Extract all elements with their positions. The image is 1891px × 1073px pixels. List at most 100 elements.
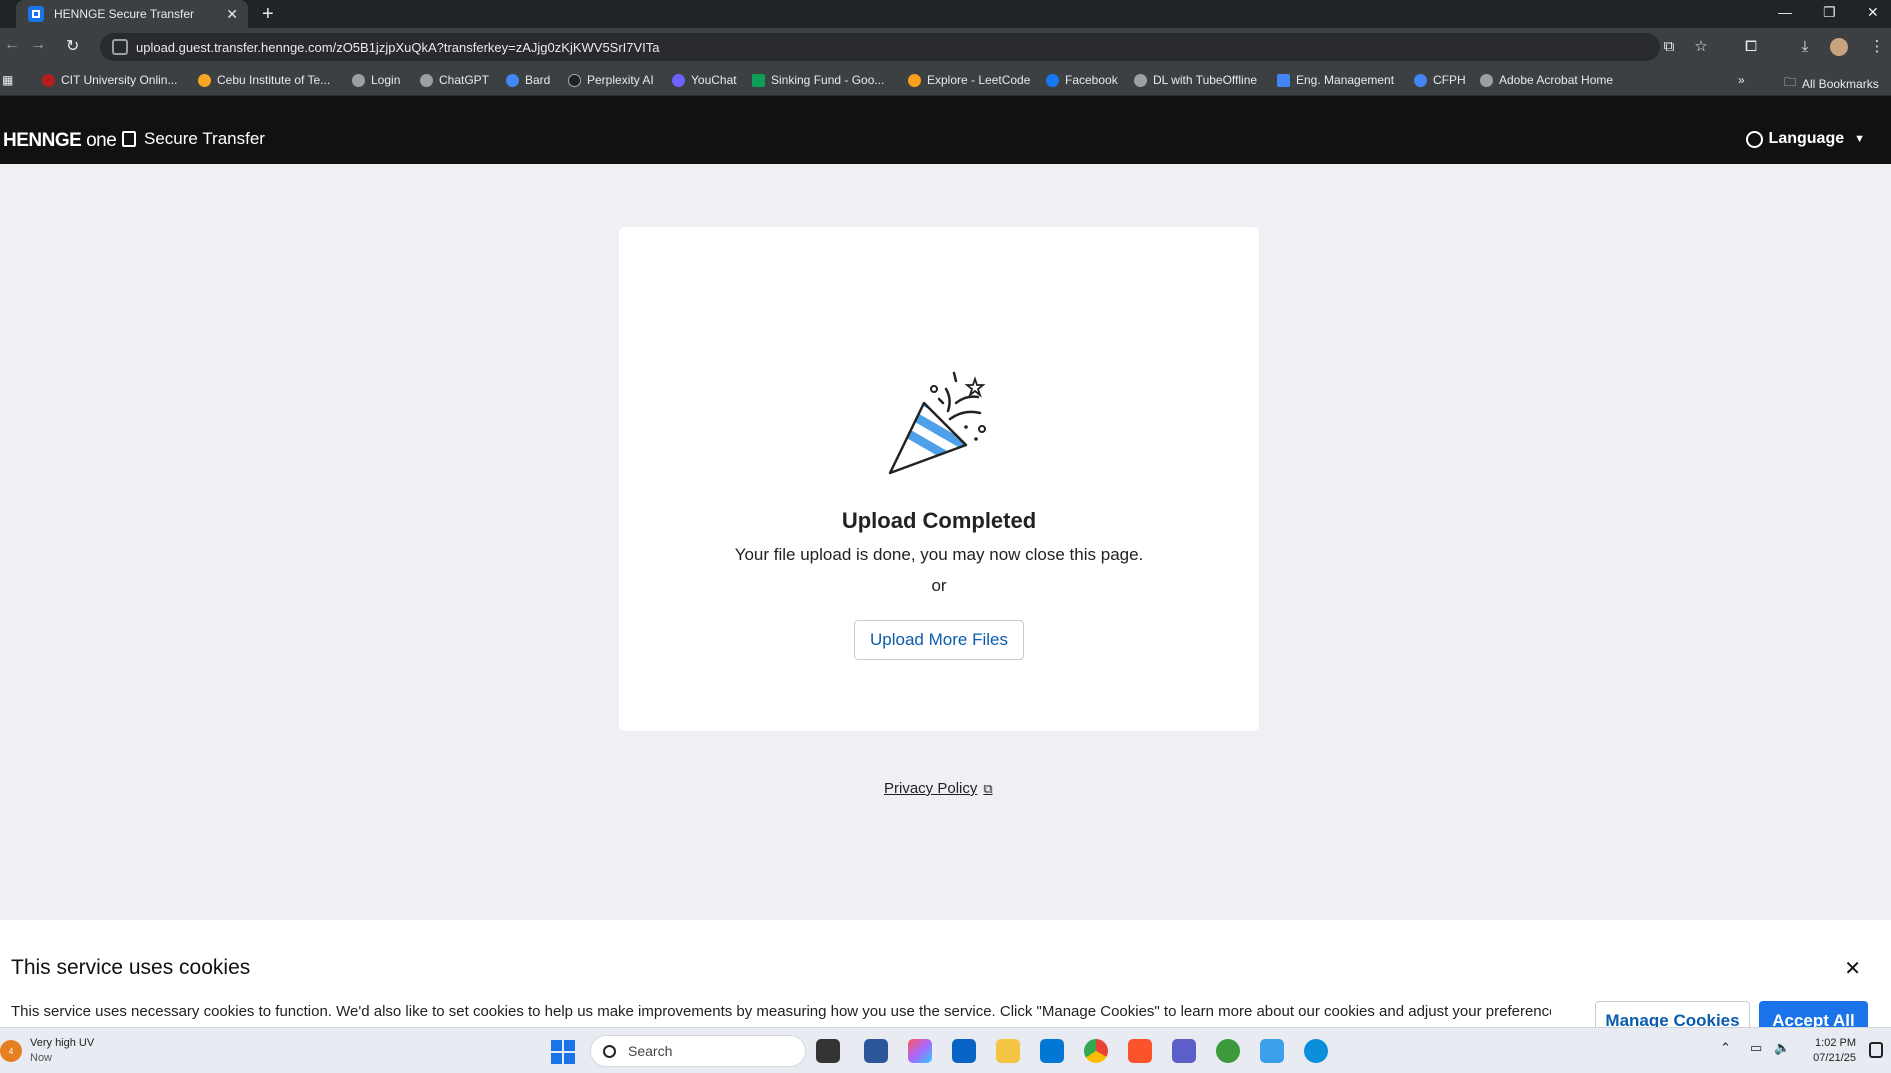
bookmark-favicon-icon <box>1134 73 1147 87</box>
bookmark-item[interactable]: Login <box>352 73 400 87</box>
language-selector[interactable]: Language ▼ <box>1745 130 1865 148</box>
site-info-icon[interactable] <box>112 39 128 55</box>
browser-toolbar: ← → ↻ upload.guest.transfer.hennge.com/z… <box>0 28 1891 66</box>
all-bookmarks[interactable]: 🗀 All Bookmarks <box>1784 73 1879 94</box>
bookmark-item[interactable]: Sinking Fund - Goo... <box>752 73 884 87</box>
hennge-one-logo[interactable]: HENNGE one <box>3 130 117 152</box>
forward-icon[interactable]: → <box>30 36 46 54</box>
windows-start-icon[interactable] <box>551 1040 575 1064</box>
profile-avatar[interactable] <box>1830 38 1848 56</box>
app-header: HENNGE one Secure Transfer Language ▼ <box>0 96 1891 164</box>
bookmark-item[interactable]: Explore - LeetCode <box>908 73 1030 87</box>
bookmark-item[interactable]: CFPH <box>1414 73 1466 87</box>
install-app-icon[interactable]: ⧉ <box>1660 38 1678 56</box>
clock-time: 1:02 PM <box>1815 1037 1856 1049</box>
bookmarks-bar: ▦ CIT University Onlin... Cebu Institute… <box>0 66 1891 96</box>
network-icon[interactable]: ▭ <box>1750 1040 1762 1056</box>
cookie-text: This service uses necessary cookies to f… <box>11 1003 1551 1020</box>
cookie-banner: This service uses cookies ✕ This service… <box>0 920 1891 1041</box>
store-icon[interactable] <box>952 1039 976 1063</box>
bookmark-item[interactable]: YouChat <box>672 73 737 87</box>
bookmark-favicon-icon <box>752 73 765 87</box>
apps-grid-icon[interactable]: ▦ <box>2 73 13 87</box>
uv-badge-icon: 4 <box>0 1040 22 1062</box>
hennge-favicon-icon <box>28 6 44 22</box>
card-or: or <box>931 576 947 595</box>
bookmark-favicon-icon <box>352 73 365 87</box>
upload-more-files-button[interactable]: Upload More Files <box>854 620 1024 660</box>
close-icon[interactable]: ✕ <box>1844 956 1861 981</box>
bookmark-favicon-icon <box>1480 73 1493 87</box>
menu-icon[interactable]: ⋮ <box>1868 38 1886 56</box>
cookie-title: This service uses cookies <box>11 956 251 979</box>
globe-icon <box>1745 130 1763 148</box>
minimize-icon[interactable]: — <box>1778 4 1792 20</box>
window-close-icon[interactable]: ✕ <box>1867 4 1879 21</box>
external-link-icon: ⧉ <box>983 780 993 796</box>
weather-title: Very high UV <box>30 1037 95 1049</box>
bookmark-item[interactable]: Adobe Acrobat Home <box>1480 73 1613 87</box>
bookmark-favicon-icon <box>908 73 921 87</box>
copilot-icon[interactable] <box>908 1039 932 1063</box>
task-view-icon[interactable] <box>816 1039 840 1063</box>
weather-sub: Now <box>30 1052 53 1064</box>
bookmark-favicon-icon <box>1414 73 1427 87</box>
app-icon[interactable] <box>1216 1039 1240 1063</box>
url-text: upload.guest.transfer.hennge.com/zO5B1jz… <box>136 39 660 55</box>
tab-title: HENNGE Secure Transfer <box>54 7 195 21</box>
bookmark-star-icon[interactable]: ☆ <box>1692 38 1710 56</box>
bookmark-favicon-icon <box>506 73 519 87</box>
bookmark-favicon-icon <box>1046 73 1059 87</box>
browser-tab-strip: HENNGE Secure Transfer ✕ + — ❐ ✕ <box>0 0 1891 28</box>
folder-icon: 🗀 <box>1784 75 1797 89</box>
bookmark-item[interactable]: ChatGPT <box>420 73 489 87</box>
clock[interactable]: 1:02 PM 07/21/25 <box>1813 1036 1856 1066</box>
back-icon[interactable]: ← <box>4 36 20 54</box>
brave-icon[interactable] <box>1128 1039 1152 1063</box>
search-icon <box>603 1044 616 1058</box>
address-bar[interactable]: upload.guest.transfer.hennge.com/zO5B1jz… <box>100 33 1660 61</box>
restore-icon[interactable]: ❐ <box>1823 4 1836 21</box>
browser-tab[interactable]: HENNGE Secure Transfer ✕ <box>16 0 248 28</box>
card-title: Upload Completed <box>841 508 1037 533</box>
party-popper-icon <box>888 371 986 475</box>
secure-transfer-icon <box>122 131 136 147</box>
download-icon[interactable]: ⤓ <box>1796 38 1814 56</box>
outlook-icon[interactable] <box>1040 1039 1064 1063</box>
bookmark-favicon-icon <box>420 73 433 87</box>
bookmark-favicon-icon <box>672 73 685 87</box>
clock-date: 07/21/25 <box>1813 1052 1856 1064</box>
upload-complete-card: Upload Completed Your file upload is don… <box>619 227 1259 731</box>
chrome-icon[interactable] <box>1084 1039 1108 1063</box>
windows-taskbar: 4 Very high UV Now Search ⌃ ▭ 🔈 1:02 PM … <box>0 1027 1891 1073</box>
bookmark-item[interactable]: Perplexity AI <box>568 73 654 87</box>
bookmark-item[interactable]: CIT University Onlin... <box>42 73 177 87</box>
notification-icon[interactable] <box>1869 1042 1883 1058</box>
word-icon[interactable] <box>864 1039 888 1063</box>
card-message: Your file upload is done, you may now cl… <box>734 545 1144 564</box>
weather-widget[interactable]: 4 Very high UV Now <box>0 1036 94 1066</box>
new-tab-icon[interactable]: + <box>262 3 274 26</box>
bookmark-favicon-icon <box>568 73 581 87</box>
bookmark-favicon-icon <box>198 73 211 87</box>
bookmark-item[interactable]: DL with TubeOffline <box>1134 73 1257 87</box>
tray-chevron-icon[interactable]: ⌃ <box>1720 1040 1731 1056</box>
bookmark-item[interactable]: Bard <box>506 73 550 87</box>
teams-icon[interactable] <box>1172 1039 1196 1063</box>
extensions-icon[interactable]: ⧠ <box>1742 38 1760 56</box>
bookmark-item[interactable]: Cebu Institute of Te... <box>198 73 330 87</box>
bookmark-item[interactable]: Facebook <box>1046 73 1118 87</box>
file-explorer-icon[interactable] <box>996 1039 1020 1063</box>
bookmark-favicon-icon <box>1277 73 1290 87</box>
privacy-policy-link[interactable]: Privacy Policy ⧉ <box>884 780 993 797</box>
taskbar-search[interactable]: Search <box>590 1035 806 1067</box>
edge-icon[interactable] <box>1304 1039 1328 1063</box>
volume-icon[interactable]: 🔈 <box>1774 1040 1790 1056</box>
more-bookmarks-icon[interactable]: » <box>1738 73 1745 87</box>
bookmark-item[interactable]: Eng. Management <box>1277 73 1394 87</box>
close-tab-icon[interactable]: ✕ <box>226 6 238 23</box>
reload-icon[interactable]: ↻ <box>66 36 79 56</box>
product-name: Secure Transfer <box>122 129 265 149</box>
bookmark-favicon-icon <box>42 73 55 87</box>
photos-icon[interactable] <box>1260 1039 1284 1063</box>
